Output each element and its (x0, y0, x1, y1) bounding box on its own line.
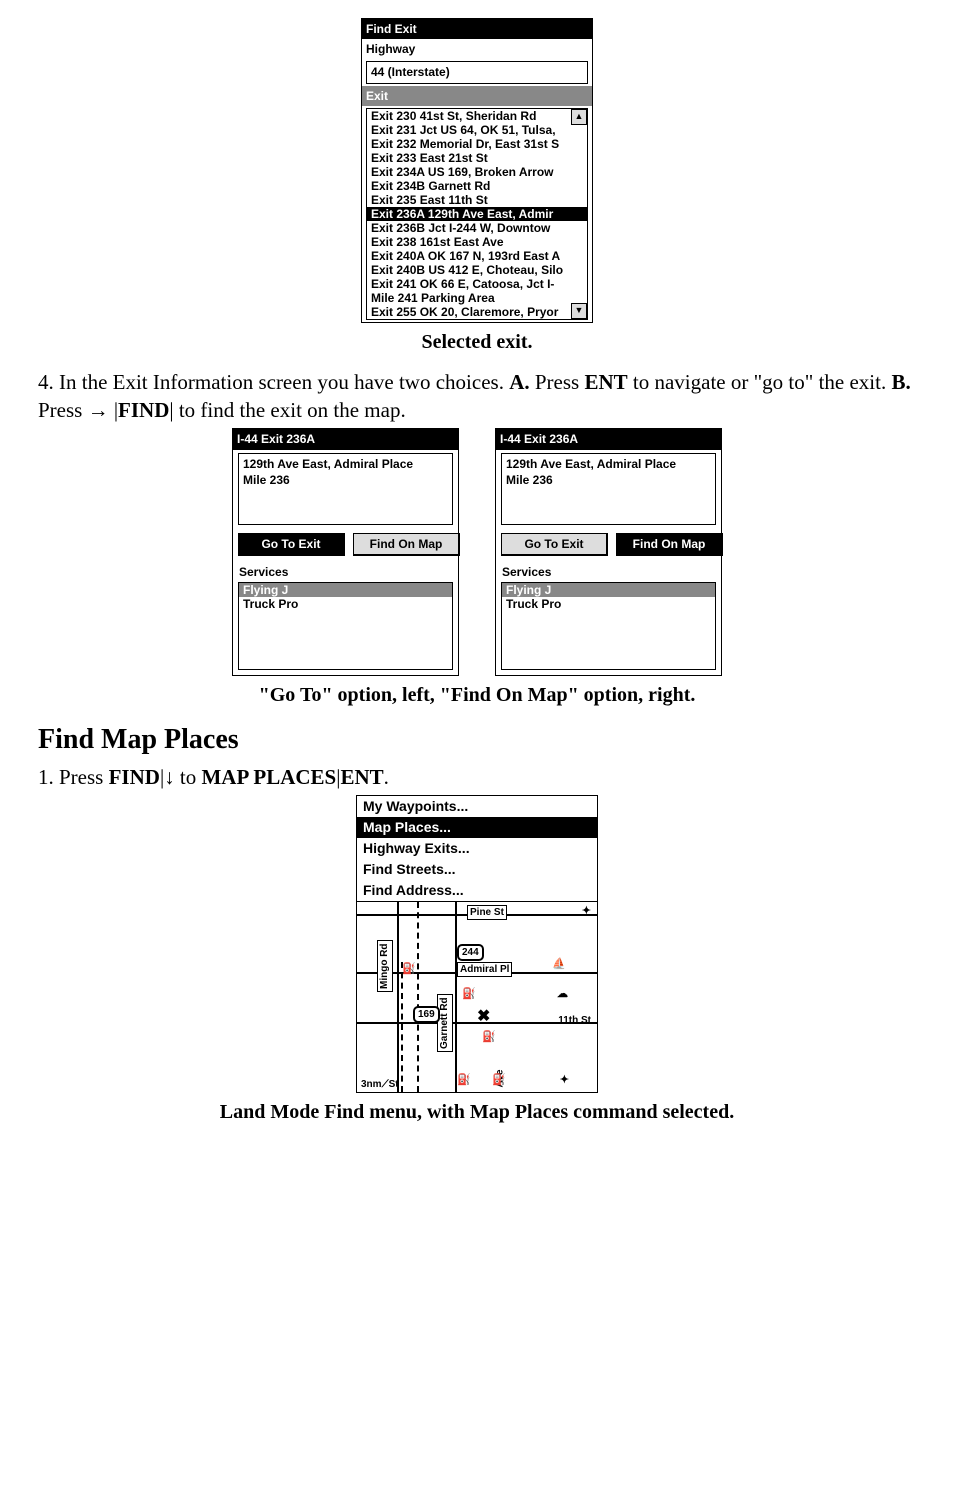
exit-list-item[interactable]: Exit 230 41st St, Sheridan Rd (367, 109, 587, 123)
find-on-map-button[interactable]: Find On Map (616, 533, 723, 556)
service-item[interactable]: Truck Pro (502, 597, 715, 611)
find-exit-titlebar: Find Exit (362, 19, 592, 39)
exit-card-title: I-44 Exit 236A (496, 429, 721, 449)
exit-list-item[interactable]: Exit 240A OK 167 N, 193rd East A (367, 249, 587, 263)
exit-label: Exit (362, 86, 592, 106)
exit-list-item[interactable]: Exit 235 East 11th St (367, 193, 587, 207)
exit-list-item[interactable]: Exit 255 OK 20, Claremore, Pryor (367, 305, 587, 319)
exit-desc: 129th Ave East, Admiral Place Mile 236 (238, 453, 453, 525)
poi-icon: ✦ (560, 1073, 569, 1088)
exit-list-item[interactable]: Exit 234A US 169, Broken Arrow (367, 165, 587, 179)
exit-info-card-right: I-44 Exit 236A 129th Ave East, Admiral P… (495, 428, 722, 676)
service-item[interactable]: Flying J (239, 583, 452, 597)
find-menu[interactable]: My Waypoints...Map Places...Highway Exit… (357, 796, 597, 901)
map-places-figure: My Waypoints...Map Places...Highway Exit… (356, 795, 598, 1092)
scroll-down-icon[interactable]: ▼ (571, 303, 587, 319)
poi-icon: ✖ (477, 1006, 490, 1028)
pair-caption: "Go To" option, left, "Find On Map" opti… (38, 682, 916, 709)
street-label: Admiral Pl (457, 962, 512, 978)
highway-shield: 169 (413, 1006, 440, 1024)
poi-icon: ⛽ (492, 1073, 506, 1088)
poi-icon: ☁ (557, 987, 568, 1002)
find-on-map-button[interactable]: Find On Map (353, 533, 460, 556)
exit-list-item[interactable]: Exit 232 Memorial Dr, East 31st S (367, 137, 587, 151)
exit-list-item[interactable]: Exit 236B Jct I-244 W, Downtow (367, 221, 587, 235)
street-label: Mingo Rd (377, 940, 393, 992)
scroll-up-icon[interactable]: ▲ (571, 109, 587, 125)
find-menu-item[interactable]: Find Address... (357, 880, 597, 901)
service-item[interactable]: Truck Pro (239, 597, 452, 611)
exit-info-card-left: I-44 Exit 236A 129th Ave East, Admiral P… (232, 428, 459, 676)
services-list[interactable]: Flying J Truck Pro (238, 582, 453, 670)
findmap-step1: 1. Press FIND|↓ to MAP PLACES|ENT. (38, 763, 916, 791)
highway-shield: 244 (457, 944, 484, 962)
fig1-caption: Selected exit. (38, 329, 916, 356)
exit-list-item[interactable]: Exit 241 OK 66 E, Catoosa, Jct I- (367, 277, 587, 291)
street-label: 11th St (556, 1014, 593, 1028)
street-label: Pine St (467, 905, 507, 921)
go-to-exit-button[interactable]: Go To Exit (238, 533, 345, 556)
highway-field[interactable]: 44 (Interstate) (366, 61, 588, 83)
exit-desc: 129th Ave East, Admiral Place Mile 236 (501, 453, 716, 525)
poi-icon: ✦ (582, 904, 591, 919)
exit-list-item[interactable]: Mile 241 Parking Area (367, 291, 587, 305)
step-4-paragraph: 4. In the Exit Information screen you ha… (38, 368, 916, 425)
map-scale: 3nm⟋St (359, 1078, 401, 1092)
mapfig-caption: Land Mode Find menu, with Map Places com… (38, 1099, 916, 1126)
find-menu-item[interactable]: Find Streets... (357, 859, 597, 880)
poi-icon: ⛵ (552, 957, 566, 972)
map-canvas[interactable]: Pine St Admiral Pl 11th St Mingo Rd Garn… (357, 902, 597, 1092)
exit-list[interactable]: ▲ Exit 230 41st St, Sheridan RdExit 231 … (366, 108, 588, 320)
find-menu-item[interactable]: Highway Exits... (357, 838, 597, 859)
poi-icon: ⛽ (402, 962, 416, 977)
exit-list-item[interactable]: Exit 234B Garnett Rd (367, 179, 587, 193)
street-label: Garnett Rd (437, 994, 453, 1052)
service-item[interactable]: Flying J (502, 583, 715, 597)
poi-icon: ⛽ (462, 987, 476, 1002)
exit-list-item[interactable]: Exit 231 Jct US 64, OK 51, Tulsa, (367, 123, 587, 137)
exit-list-item[interactable]: Exit 233 East 21st St (367, 151, 587, 165)
poi-icon: ⛽ (457, 1073, 471, 1088)
exit-list-item[interactable]: Exit 240B US 412 E, Choteau, Silo (367, 263, 587, 277)
services-label: Services (239, 564, 452, 580)
services-label: Services (502, 564, 715, 580)
highway-label: Highway (362, 39, 592, 59)
find-menu-item[interactable]: Map Places... (357, 817, 597, 838)
exit-card-title: I-44 Exit 236A (233, 429, 458, 449)
exit-list-item[interactable]: Exit 236A 129th Ave East, Admir (367, 207, 587, 221)
find-map-places-heading: Find Map Places (38, 721, 916, 759)
services-list[interactable]: Flying J Truck Pro (501, 582, 716, 670)
poi-icon: ⛽ (482, 1030, 496, 1045)
exit-list-item[interactable]: Exit 238 161st East Ave (367, 235, 587, 249)
find-menu-item[interactable]: My Waypoints... (357, 796, 597, 817)
go-to-exit-button[interactable]: Go To Exit (501, 533, 608, 556)
